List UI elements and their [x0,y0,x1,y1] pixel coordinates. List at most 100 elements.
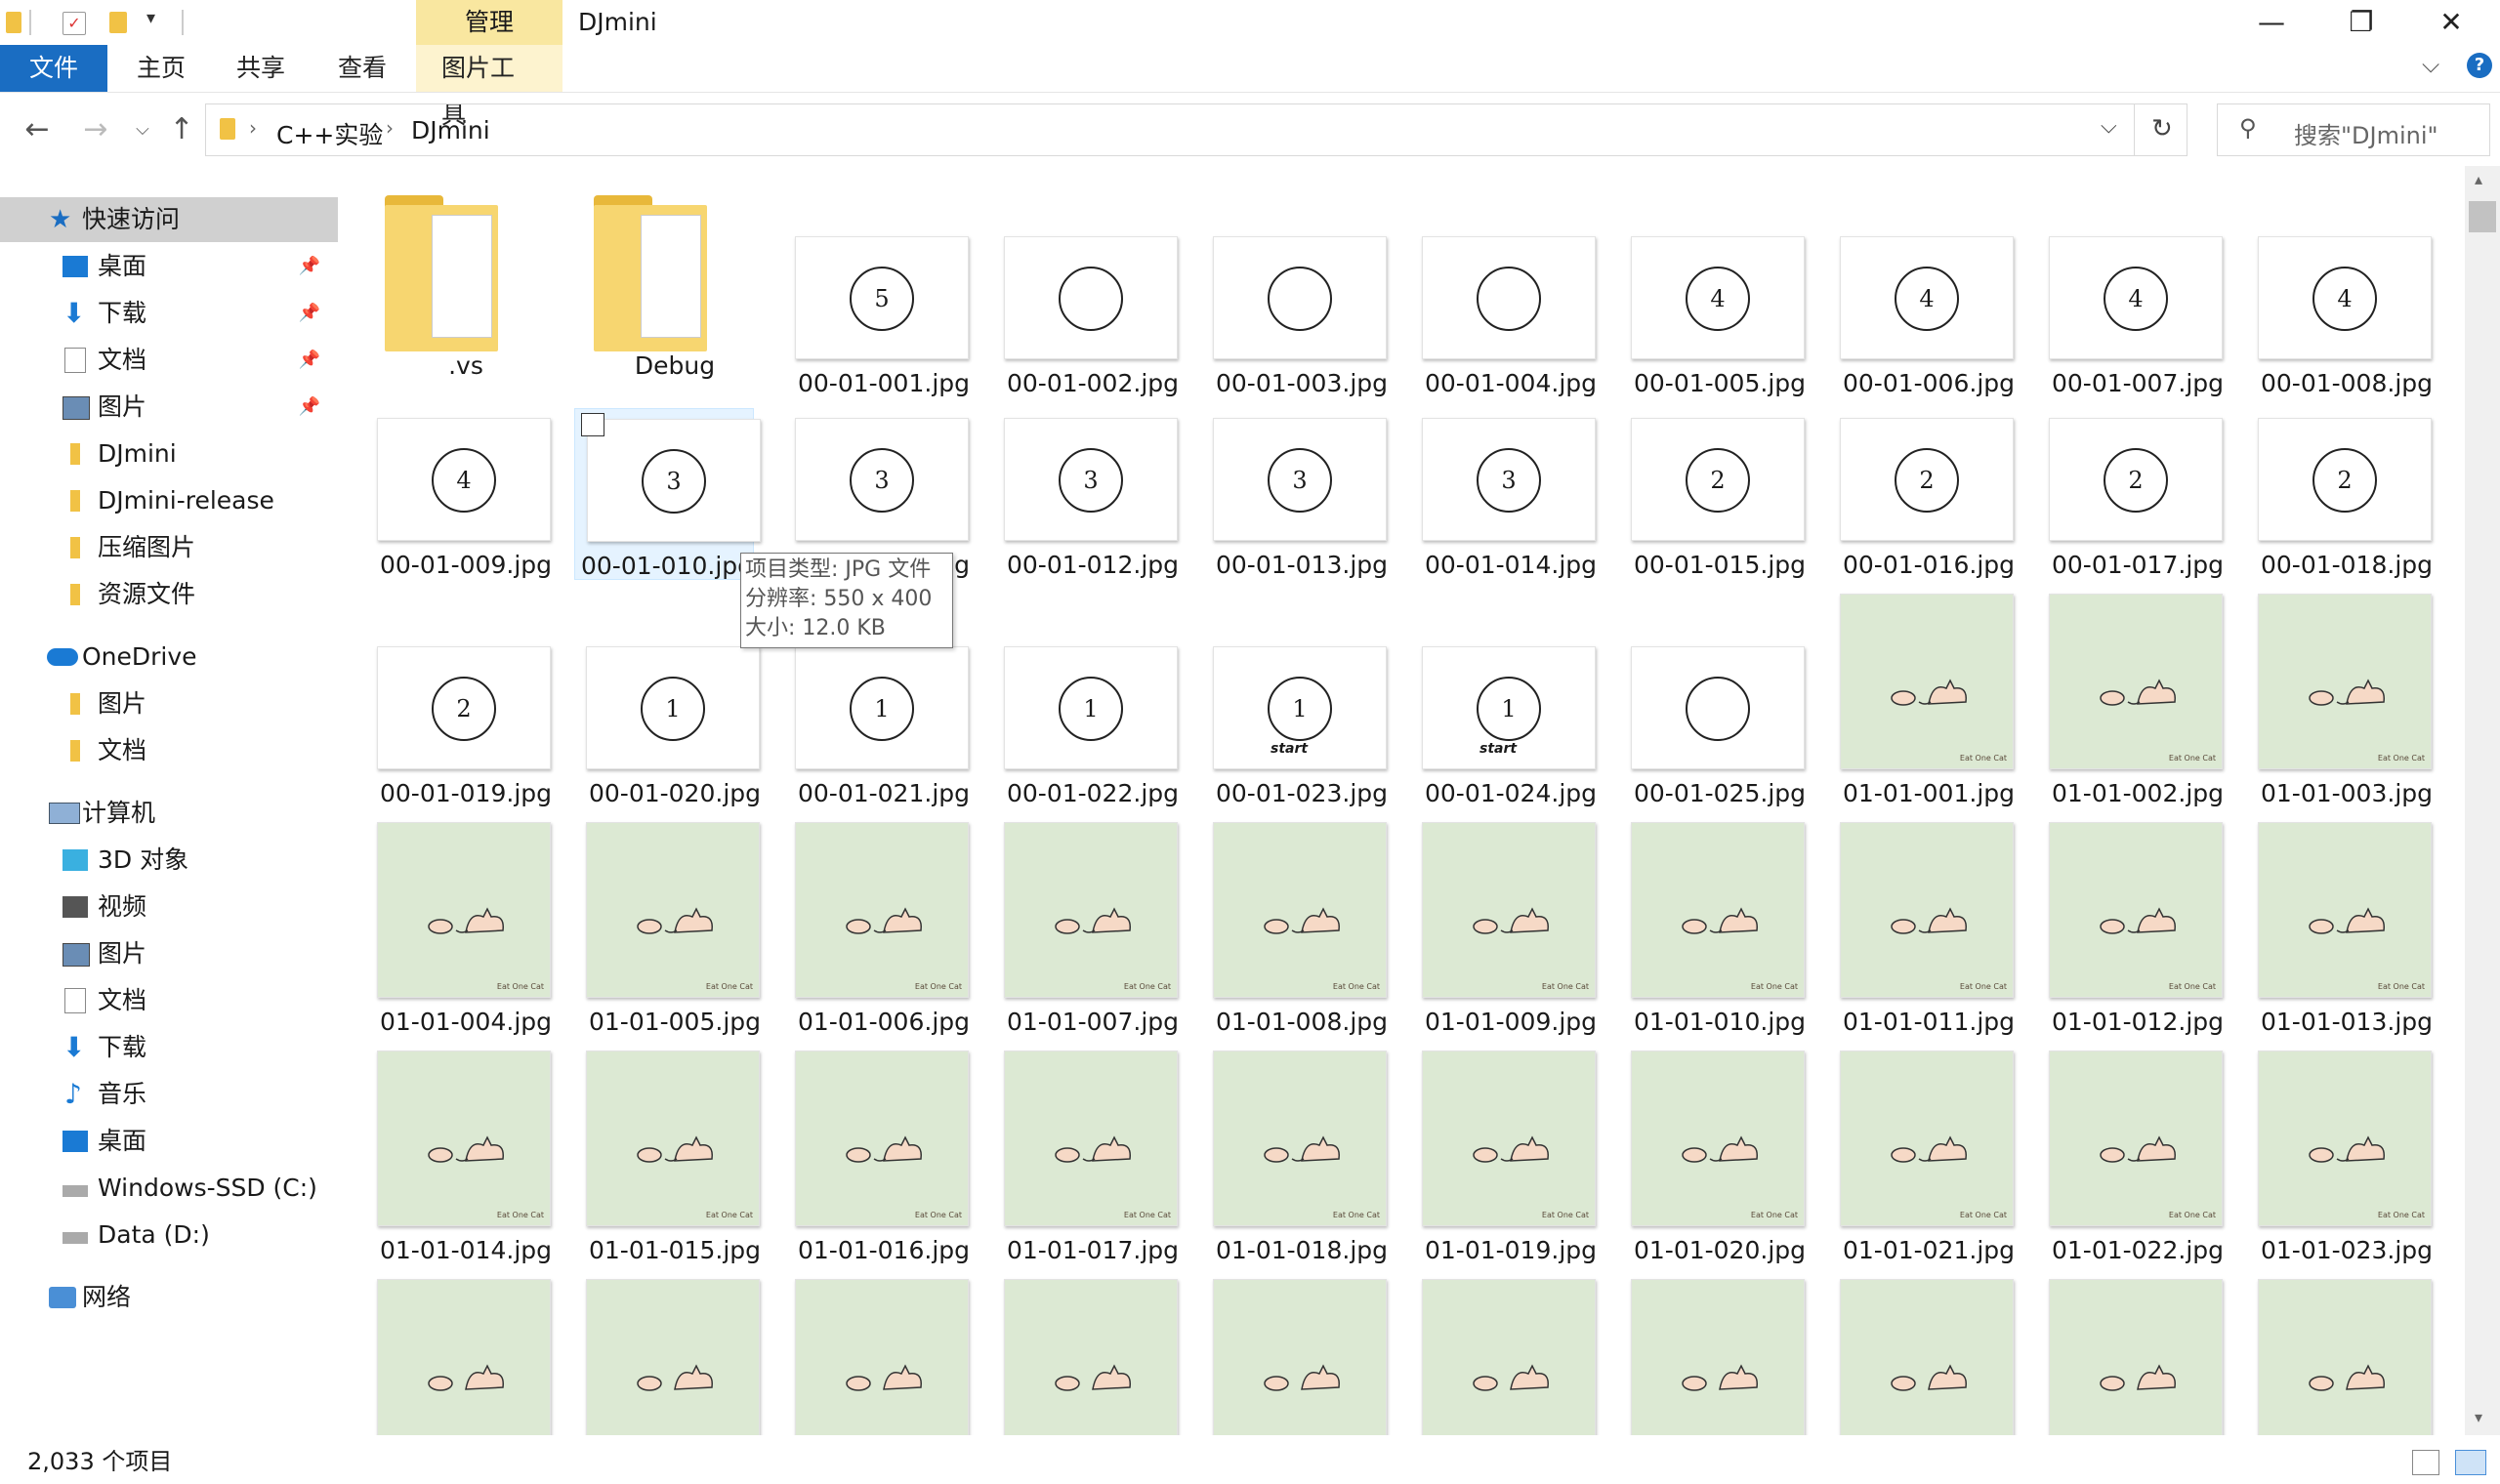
sidebar-item-desktop[interactable]: 桌面 📌 [0,244,338,289]
file-tile[interactable] [570,1279,770,1435]
sidebar-item-downloads[interactable]: ⬇ 下载 📌 [0,291,338,336]
sidebar-item-computer-documents[interactable]: 文档 [0,978,338,1023]
sidebar-item-3d-objects[interactable]: 3D 对象 [0,838,338,883]
sidebar-item-djmini[interactable]: DJmini [0,432,338,476]
tab-picture-tools[interactable]: 图片工具 [416,45,562,129]
file-tile[interactable] [1197,1279,1396,1435]
file-tile[interactable]: 2 00-01-015.jpg [1615,408,1814,584]
file-tile[interactable]: Eat One Cat 01-01-019.jpg [1406,1051,1605,1264]
file-tile[interactable]: Eat One Cat 01-01-009.jpg [1406,822,1605,1036]
file-tile[interactable]: Eat One Cat 01-01-017.jpg [988,1051,1188,1264]
sidebar-item-onedrive[interactable]: OneDrive [0,635,338,680]
file-tile[interactable] [2242,1279,2441,1435]
ribbon-expand-icon[interactable]: ⌵ [2422,51,2439,78]
sidebar-item-computer-pictures[interactable]: 图片 [0,931,338,976]
file-tile[interactable]: Eat One Cat 01-01-010.jpg [1615,822,1814,1036]
help-icon[interactable]: ? [2467,53,2492,78]
breadcrumb-djmini[interactable]: DJmini [411,116,490,144]
pin-icon[interactable]: 📌 [299,338,320,383]
sidebar-item-djmini-release[interactable]: DJmini-release [0,478,338,523]
breadcrumb-cpp[interactable]: C++实验 [276,116,383,151]
file-tile[interactable]: 00-01-002.jpg [988,227,1188,402]
sidebar-item-drive-d[interactable]: Data (D:) [0,1213,338,1257]
minimize-button[interactable]: — [2227,0,2316,45]
breadcrumb-chevron-icon[interactable]: › [249,116,257,140]
file-tile[interactable]: 4 00-01-009.jpg [361,408,561,584]
file-tile[interactable] [988,1279,1188,1435]
file-tile[interactable]: 3 00-01-014.jpg [1406,408,1605,584]
file-tile[interactable]: Eat One Cat 01-01-020.jpg [1615,1051,1814,1264]
vertical-scrollbar[interactable]: ▴ ▾ [2465,166,2500,1435]
file-tile[interactable]: 2 00-01-016.jpg [1824,408,2023,584]
file-tile[interactable]: Eat One Cat 01-01-001.jpg [1824,594,2023,807]
restore-button[interactable]: ❐ [2316,0,2406,45]
folder-tile[interactable]: .vs [361,195,561,380]
sidebar-item-computer[interactable]: 计算机 [0,791,338,836]
address-bar[interactable]: › C++实验 › DJmini ⌵ ↻ [205,103,2188,156]
file-tile[interactable]: 3 00-01-013.jpg [1197,408,1396,584]
sidebar-item-compressed-pictures[interactable]: 压缩图片 [0,525,338,570]
sidebar-item-music[interactable]: ♪ 音乐 [0,1072,338,1117]
file-tile[interactable]: 2 00-01-017.jpg [2033,408,2232,584]
address-dropdown-icon[interactable]: ⌵ [2101,114,2117,139]
recent-dropdown-icon[interactable]: ⌵ [121,103,164,157]
file-tile[interactable]: 1 00-01-020.jpg [570,637,770,812]
file-tile[interactable]: Eat One Cat 01-01-012.jpg [2033,822,2232,1036]
file-tile[interactable]: Eat One Cat 01-01-014.jpg [361,1051,561,1264]
selection-checkbox[interactable] [581,413,604,436]
file-tile[interactable]: 1 00-01-021.jpg [779,637,979,812]
file-tile[interactable]: 4 00-01-006.jpg [1824,227,2023,402]
file-tile[interactable]: Eat One Cat 01-01-002.jpg [2033,594,2232,807]
file-tile[interactable] [779,1279,979,1435]
tab-view[interactable]: 查看 [312,45,412,92]
file-tile-selected[interactable]: 3 00-01-010.jpg [574,408,761,580]
up-button[interactable]: ↑ [160,103,203,157]
file-tile[interactable]: 00-01-025.jpg [1615,637,1814,812]
sidebar-item-drive-c[interactable]: Windows-SSD (C:) [0,1166,338,1211]
tab-home[interactable]: 主页 [111,45,211,92]
file-tile[interactable]: 4 00-01-008.jpg [2242,227,2441,402]
scroll-down-icon[interactable]: ▾ [2475,1408,2482,1426]
file-tile[interactable]: Eat One Cat 01-01-003.jpg [2242,594,2441,807]
search-box[interactable]: ⚲ 搜索"DJmini" [2217,103,2490,156]
file-tile[interactable]: 3 00-01-012.jpg [988,408,1188,584]
tab-file[interactable]: 文件 [0,45,107,92]
sidebar-item-quick-access[interactable]: ★ 快速访问 [0,197,338,242]
file-tile[interactable]: 4 00-01-007.jpg [2033,227,2232,402]
scrollbar-thumb[interactable] [2469,201,2496,232]
breadcrumb-chevron-icon[interactable]: › [386,116,394,140]
file-tile[interactable]: Eat One Cat 01-01-018.jpg [1197,1051,1396,1264]
file-tile[interactable]: 1 00-01-022.jpg [988,637,1188,812]
pin-icon[interactable]: 📌 [299,385,320,430]
sidebar-item-onedrive-documents[interactable]: 文档 [0,728,338,773]
sidebar-item-computer-desktop[interactable]: 桌面 [0,1119,338,1164]
forward-button[interactable]: → [74,103,117,157]
file-tile[interactable]: 4 00-01-005.jpg [1615,227,1814,402]
close-button[interactable]: ✕ [2406,0,2496,45]
file-tile[interactable]: Eat One Cat 01-01-023.jpg [2242,1051,2441,1264]
file-tile[interactable]: Eat One Cat 01-01-006.jpg [779,822,979,1036]
file-tile[interactable] [1824,1279,2023,1435]
large-icons-view-icon[interactable] [2455,1450,2486,1475]
details-view-icon[interactable] [2412,1450,2439,1475]
file-tile[interactable]: 2 00-01-018.jpg [2242,408,2441,584]
new-folder-icon[interactable] [109,12,127,33]
sidebar-item-resource-files[interactable]: 资源文件 [0,572,338,617]
file-tile[interactable]: Eat One Cat 01-01-007.jpg [988,822,1188,1036]
sidebar-item-network[interactable]: 网络 [0,1275,338,1320]
pin-icon[interactable]: 📌 [299,244,320,289]
file-tile[interactable]: Eat One Cat 01-01-015.jpg [570,1051,770,1264]
file-tile[interactable]: 1 start 00-01-024.jpg [1406,637,1605,812]
folder-tile[interactable]: Debug [570,195,770,380]
file-tile[interactable]: Eat One Cat 01-01-022.jpg [2033,1051,2232,1264]
back-button[interactable]: ← [16,103,59,157]
file-tile[interactable] [1406,1279,1605,1435]
refresh-icon[interactable]: ↻ [2151,114,2173,144]
file-tile[interactable]: 2 00-01-019.jpg [361,637,561,812]
file-tile[interactable]: 00-01-003.jpg [1197,227,1396,402]
manage-contextual-tab[interactable]: 管理 [416,0,562,45]
pin-icon[interactable]: 📌 [299,291,320,336]
sidebar-item-documents[interactable]: 文档 📌 [0,338,338,383]
qat-dropdown-icon[interactable]: ▾ [146,8,155,28]
file-tile[interactable]: Eat One Cat 01-01-016.jpg [779,1051,979,1264]
